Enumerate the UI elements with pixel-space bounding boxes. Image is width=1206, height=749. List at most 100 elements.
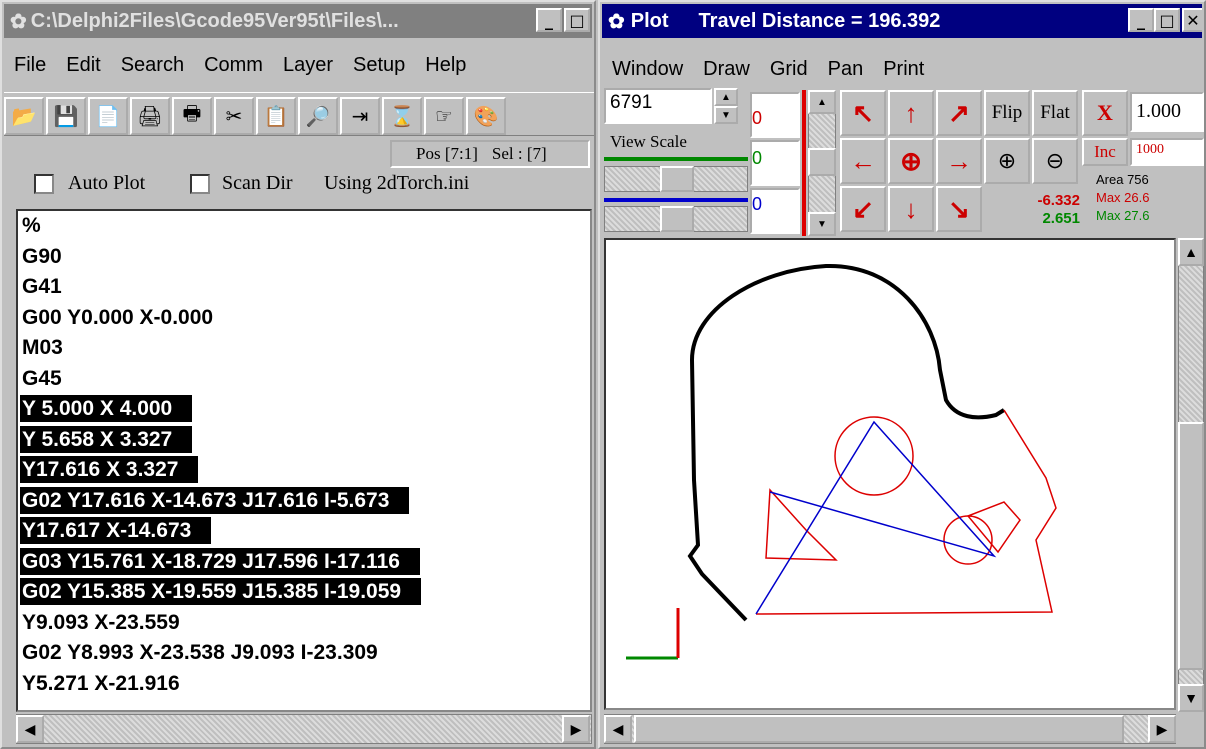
save-disk-button[interactable]: 💾 bbox=[46, 97, 86, 135]
arrow-sw-button[interactable]: ↙ bbox=[840, 186, 886, 232]
plot-title-bar[interactable]: ✿ Plot Travel Distance = 196.392 _ □ ✕ bbox=[602, 4, 1202, 38]
code-line[interactable]: Y5.271 X-21.916 bbox=[18, 669, 590, 700]
print-button[interactable]: 🖨 bbox=[130, 97, 170, 135]
open-folder-button[interactable]: 📂 bbox=[4, 97, 44, 135]
plot-scroll-left[interactable]: ◀ bbox=[604, 715, 632, 743]
code-line[interactable]: M03 bbox=[18, 333, 590, 364]
plot-scroll-up[interactable]: ▲ bbox=[1178, 238, 1204, 266]
flat-button[interactable]: Flat bbox=[1032, 90, 1078, 136]
toolpath-drawing bbox=[626, 263, 1057, 660]
spin-up-button[interactable]: ▲ bbox=[714, 88, 738, 106]
readout-x: -6.332 bbox=[1037, 192, 1080, 209]
plot-hscroll-thumb[interactable] bbox=[634, 715, 1124, 743]
spin-input[interactable]: 6791 bbox=[604, 88, 712, 124]
palette-button[interactable]: 🎨 bbox=[466, 97, 506, 135]
plot-minimize-button[interactable]: _ bbox=[1128, 8, 1154, 32]
find-doc-button[interactable]: 🔎 bbox=[298, 97, 338, 135]
copy-doc-button[interactable]: 📄 bbox=[88, 97, 128, 135]
plot-menu-draw[interactable]: Draw bbox=[703, 58, 750, 81]
flip-label: Flip bbox=[991, 102, 1023, 123]
slider-2-thumb[interactable] bbox=[660, 206, 694, 232]
zoom-in-button[interactable]: ⊕ bbox=[984, 138, 1030, 184]
arrow-ne-button[interactable]: ↗ bbox=[936, 90, 982, 136]
center-target-button[interactable]: ⊕ bbox=[888, 138, 934, 184]
code-line[interactable]: G02 Y17.616 X-14.673 J17.616 I-5.673 bbox=[18, 486, 590, 517]
arrow-left-button[interactable]: ← bbox=[840, 138, 886, 184]
field-1[interactable]: 0 bbox=[750, 92, 800, 138]
code-line[interactable]: G02 Y15.385 X-19.559 J15.385 I-19.059 bbox=[18, 577, 590, 608]
code-line[interactable]: Y 5.658 X 3.327 bbox=[18, 425, 590, 456]
plot-menu-window[interactable]: Window bbox=[612, 58, 683, 81]
code-line[interactable]: G02 Y8.993 X-23.538 J9.093 I-23.309 bbox=[18, 638, 590, 669]
code-line-text: Y 5.658 X 3.327 bbox=[20, 425, 193, 453]
menu-layer[interactable]: Layer bbox=[283, 54, 333, 77]
scan-dir-checkbox[interactable] bbox=[190, 174, 210, 194]
menu-file[interactable]: File bbox=[14, 54, 46, 77]
plot-menu-grid[interactable]: Grid bbox=[770, 58, 808, 81]
slider-1-thumb[interactable] bbox=[660, 166, 694, 192]
scissors-button[interactable]: ✂ bbox=[214, 97, 254, 135]
green-line bbox=[604, 157, 748, 161]
code-line[interactable]: G45 bbox=[18, 364, 590, 395]
x-value-input[interactable]: 1.000 bbox=[1130, 92, 1204, 132]
paste-button[interactable]: 📋 bbox=[256, 97, 296, 135]
menu-help[interactable]: Help bbox=[425, 54, 466, 77]
plot-maximize-button[interactable]: □ bbox=[1154, 8, 1180, 32]
field-3[interactable]: 0 bbox=[750, 188, 800, 234]
menu-edit[interactable]: Edit bbox=[66, 54, 100, 77]
pointer-hand-button[interactable]: ☞ bbox=[424, 97, 464, 135]
plot-scroll-down[interactable]: ▼ bbox=[1178, 684, 1204, 712]
menu-search[interactable]: Search bbox=[121, 54, 184, 77]
vslider-thumb[interactable] bbox=[808, 148, 836, 176]
zoom-out-button[interactable]: ⊖ bbox=[1032, 138, 1078, 184]
flip-button[interactable]: Flip bbox=[984, 90, 1030, 136]
editor-title-bar[interactable]: ✿ C:\Delphi2Files\Gcode95Ver95t\Files\..… bbox=[4, 4, 592, 38]
status-box: Pos [7:1] Sel : [7] bbox=[390, 140, 590, 168]
menu-comm[interactable]: Comm bbox=[204, 54, 263, 77]
spin-down-button[interactable]: ▼ bbox=[714, 106, 738, 124]
plot-scroll-right[interactable]: ▶ bbox=[1148, 715, 1176, 743]
minimize-button[interactable]: _ bbox=[536, 8, 562, 32]
code-line[interactable]: Y9.093 X-23.559 bbox=[18, 608, 590, 639]
auto-plot-checkbox[interactable] bbox=[34, 174, 54, 194]
inc-value: 1000 bbox=[1136, 142, 1164, 157]
code-line[interactable]: G00 Y0.000 X-0.000 bbox=[18, 303, 590, 334]
editor-horizontal-scrollbar[interactable] bbox=[16, 714, 592, 744]
vslider-up[interactable]: ▲ bbox=[808, 90, 836, 114]
print-setup-button[interactable]: 🖶 bbox=[172, 97, 212, 135]
code-line[interactable]: Y17.617 X-14.673 bbox=[18, 516, 590, 547]
save-disk-icon: 💾 bbox=[53, 104, 79, 128]
code-line[interactable]: G03 Y15.761 X-18.729 J17.596 I-17.116 bbox=[18, 547, 590, 578]
scroll-right-button[interactable]: ▶ bbox=[562, 715, 590, 743]
code-line[interactable]: Y17.616 X 3.327 bbox=[18, 455, 590, 486]
plot-menu-print[interactable]: Print bbox=[883, 58, 924, 81]
code-line[interactable]: Y 5.000 X 4.000 bbox=[18, 394, 590, 425]
scroll-left-button[interactable]: ◀ bbox=[16, 715, 44, 743]
arrow-nw-button[interactable]: ↖ bbox=[840, 90, 886, 136]
field-2[interactable]: 0 bbox=[750, 140, 800, 186]
find-doc-icon: 🔎 bbox=[305, 104, 331, 128]
inc-button[interactable]: Inc bbox=[1082, 138, 1128, 166]
arrow-up-button[interactable]: ↑ bbox=[888, 90, 934, 136]
plot-menu-pan[interactable]: Pan bbox=[828, 58, 864, 81]
plot-scroll-thumb[interactable] bbox=[1178, 422, 1204, 670]
plot-close-button[interactable]: ✕ bbox=[1182, 8, 1202, 32]
code-line-text: G41 bbox=[22, 275, 62, 298]
x-axis-button[interactable]: X bbox=[1082, 90, 1128, 136]
arrow-down-button[interactable]: ↓ bbox=[888, 186, 934, 232]
indent-button[interactable]: ⇥ bbox=[340, 97, 380, 135]
code-line[interactable]: G90 bbox=[18, 242, 590, 273]
plot-canvas[interactable] bbox=[604, 238, 1176, 710]
vslider-down[interactable]: ▼ bbox=[808, 212, 836, 236]
gcode-editor[interactable]: % G90 G41 G00 Y0.000 X-0.000 M03 G45 Y 5.000 X… bbox=[16, 209, 592, 712]
hourglass-button[interactable]: ⌛ bbox=[382, 97, 422, 135]
maximize-button[interactable]: □ bbox=[564, 8, 590, 32]
menu-setup[interactable]: Setup bbox=[353, 54, 405, 77]
arrow-se-button[interactable]: ↘ bbox=[936, 186, 982, 232]
code-line[interactable]: G41 bbox=[18, 272, 590, 303]
code-line[interactable]: % bbox=[18, 211, 590, 242]
arrow-right-button[interactable]: → bbox=[936, 138, 982, 184]
plot-gear-icon[interactable]: ✿ bbox=[608, 9, 625, 34]
inc-value-input[interactable]: 1000 bbox=[1130, 138, 1204, 166]
app-gear-icon[interactable]: ✿ bbox=[10, 9, 27, 34]
